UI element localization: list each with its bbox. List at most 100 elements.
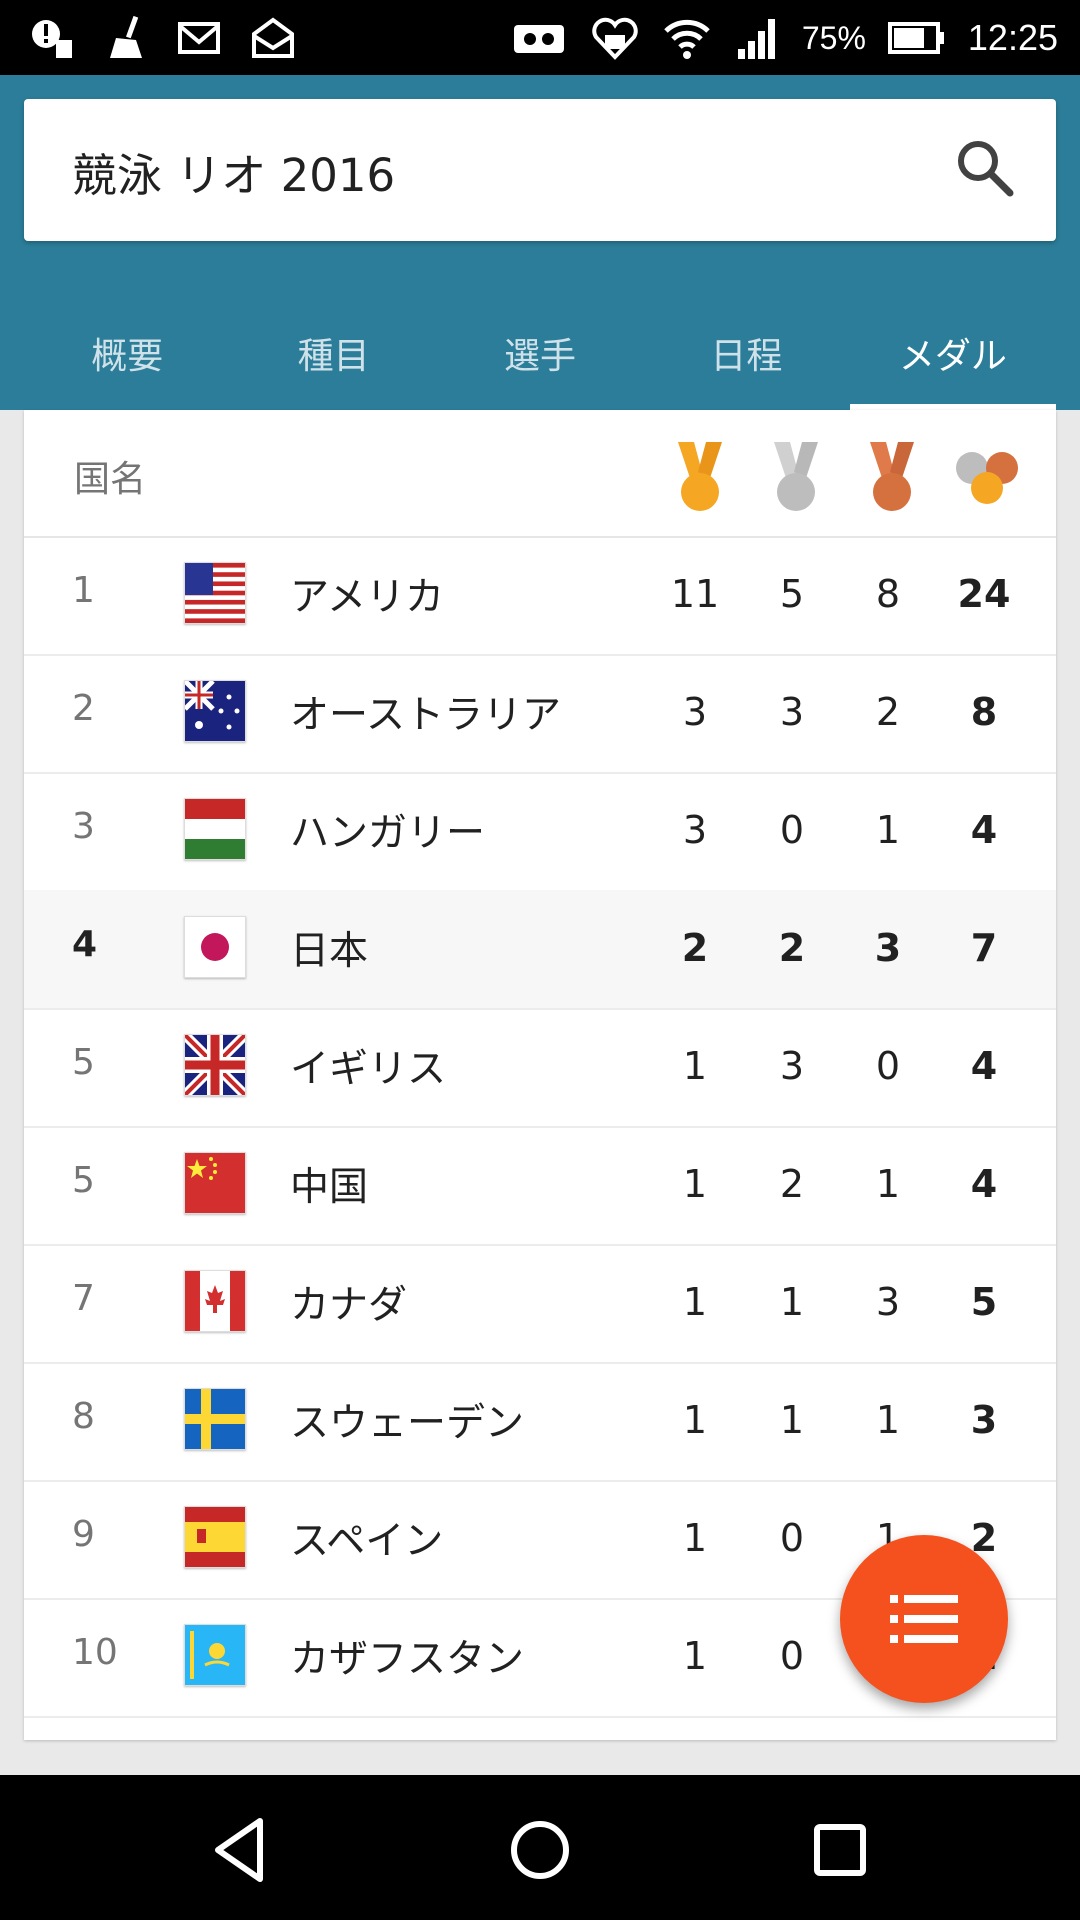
gold-count: 1 bbox=[682, 1044, 708, 1088]
signal-icon bbox=[737, 19, 775, 59]
country-name: 中国 bbox=[290, 1165, 369, 1210]
sweden-flag-icon bbox=[184, 1388, 246, 1450]
silver-count: 1 bbox=[779, 1280, 805, 1324]
list-icon bbox=[890, 1595, 958, 1643]
table-row[interactable]: 4 日本 2 2 3 7 bbox=[24, 890, 1056, 1010]
tab-bar: 概要 種目 選手 日程 メダル bbox=[24, 307, 1057, 410]
gold-count: 2 bbox=[681, 926, 709, 970]
alert-notification-icon bbox=[32, 20, 72, 58]
bronze-count: 0 bbox=[875, 1044, 901, 1088]
bronze-count: 3 bbox=[874, 926, 902, 970]
country-name: カナダ bbox=[290, 1283, 408, 1328]
gold-count: 1 bbox=[682, 1516, 708, 1560]
gold-count: 1 bbox=[682, 1634, 708, 1678]
tab-overview[interactable]: 概要 bbox=[24, 307, 230, 410]
country-name: ハンガリー bbox=[290, 811, 486, 856]
rank: 2 bbox=[72, 688, 95, 729]
gold-medal-icon bbox=[678, 442, 722, 511]
country-name: カザフスタン bbox=[290, 1637, 525, 1682]
status-bar: 75% 12:25 bbox=[0, 0, 1080, 75]
gold-count: 1 bbox=[682, 1398, 708, 1442]
total-count: 4 bbox=[970, 808, 998, 852]
broom-icon bbox=[110, 15, 142, 58]
wifi-icon bbox=[664, 19, 710, 59]
tab-schedule[interactable]: 日程 bbox=[643, 307, 849, 410]
navigation-bar bbox=[0, 1775, 1080, 1920]
silver-count: 0 bbox=[779, 1634, 805, 1678]
table-row[interactable]: 5 イギリス 1 3 0 4 bbox=[24, 1008, 1056, 1128]
rank: 10 bbox=[72, 1632, 118, 1673]
rank: 5 bbox=[72, 1160, 95, 1201]
spain-flag-icon bbox=[184, 1506, 246, 1568]
vr-icon bbox=[513, 25, 564, 53]
back-icon[interactable] bbox=[206, 1815, 276, 1885]
total-count: 3 bbox=[970, 1398, 998, 1442]
total-medals-icon bbox=[956, 452, 1018, 504]
bronze-medal-icon bbox=[870, 442, 914, 511]
total-count: 4 bbox=[970, 1044, 998, 1088]
table-header: 国名 bbox=[24, 410, 1056, 538]
table-row[interactable]: 5 中国 1 2 1 4 bbox=[24, 1126, 1056, 1246]
total-count: 8 bbox=[970, 690, 998, 734]
table-row[interactable]: 8 スウェーデン 1 1 1 3 bbox=[24, 1362, 1056, 1482]
hungary-flag-icon bbox=[184, 798, 246, 860]
china-flag-icon bbox=[184, 1152, 246, 1214]
app-header: 競泳 リオ 2016 概要 種目 選手 日程 メダル bbox=[0, 75, 1080, 410]
table-row[interactable]: 2 オーストラリア 3 3 2 8 bbox=[24, 654, 1056, 774]
gold-count: 3 bbox=[682, 690, 708, 734]
table-row[interactable]: 1 アメリカ 11 5 8 24 bbox=[24, 536, 1056, 656]
gold-count: 1 bbox=[682, 1280, 708, 1324]
silver-count: 3 bbox=[779, 1044, 805, 1088]
clock: 12:25 bbox=[967, 17, 1058, 58]
tab-medals[interactable]: メダル bbox=[849, 307, 1057, 410]
silver-count: 1 bbox=[779, 1398, 805, 1442]
rank: 3 bbox=[72, 806, 95, 847]
search-icon[interactable] bbox=[952, 135, 1016, 199]
bronze-count: 2 bbox=[875, 690, 901, 734]
battery-percent: 75% bbox=[801, 19, 866, 56]
silver-count: 2 bbox=[779, 1162, 805, 1206]
mail-icon bbox=[178, 22, 220, 54]
recents-icon[interactable] bbox=[805, 1815, 875, 1885]
rank: 8 bbox=[72, 1396, 95, 1437]
country-name: 日本 bbox=[290, 929, 369, 974]
country-name: イギリス bbox=[290, 1047, 447, 1092]
search-box[interactable]: 競泳 リオ 2016 bbox=[24, 99, 1056, 241]
gold-count: 3 bbox=[682, 808, 708, 852]
search-input[interactable]: 競泳 リオ 2016 bbox=[72, 139, 395, 204]
bronze-count: 1 bbox=[875, 808, 901, 852]
tab-athletes[interactable]: 選手 bbox=[437, 307, 643, 410]
bronze-count: 8 bbox=[875, 572, 901, 616]
total-count: 4 bbox=[970, 1162, 998, 1206]
silver-medal-icon bbox=[774, 442, 818, 511]
country-name: オーストラリア bbox=[290, 693, 562, 738]
silver-count: 2 bbox=[778, 926, 806, 970]
bronze-count: 1 bbox=[875, 1398, 901, 1442]
total-count: 24 bbox=[957, 572, 1011, 616]
country-name: アメリカ bbox=[290, 575, 445, 620]
table-row[interactable]: 3 ハンガリー 3 0 1 4 bbox=[24, 772, 1056, 892]
australia-flag-icon bbox=[184, 680, 246, 742]
heart-icon bbox=[592, 17, 638, 60]
silver-count: 0 bbox=[779, 1516, 805, 1560]
total-count: 7 bbox=[970, 926, 998, 970]
canada-flag-icon bbox=[184, 1270, 246, 1332]
rank: 4 bbox=[72, 924, 98, 965]
table-row[interactable]: 7 カナダ 1 1 3 5 bbox=[24, 1244, 1056, 1364]
country-name: スウェーデン bbox=[290, 1401, 525, 1446]
mail-open-icon bbox=[252, 17, 294, 58]
total-count: 5 bbox=[970, 1280, 998, 1324]
tab-events[interactable]: 種目 bbox=[230, 307, 436, 410]
rank: 7 bbox=[72, 1278, 95, 1319]
kazakhstan-flag-icon bbox=[184, 1624, 246, 1686]
silver-count: 5 bbox=[779, 572, 805, 616]
japan-flag-icon bbox=[184, 916, 246, 978]
home-icon[interactable] bbox=[505, 1815, 575, 1885]
battery-icon bbox=[887, 22, 944, 54]
bronze-count: 3 bbox=[875, 1280, 901, 1324]
silver-count: 0 bbox=[779, 808, 805, 852]
rank: 5 bbox=[72, 1042, 95, 1083]
usa-flag-icon bbox=[184, 562, 246, 624]
list-fab-button[interactable] bbox=[840, 1535, 1008, 1703]
rank: 1 bbox=[72, 570, 95, 611]
